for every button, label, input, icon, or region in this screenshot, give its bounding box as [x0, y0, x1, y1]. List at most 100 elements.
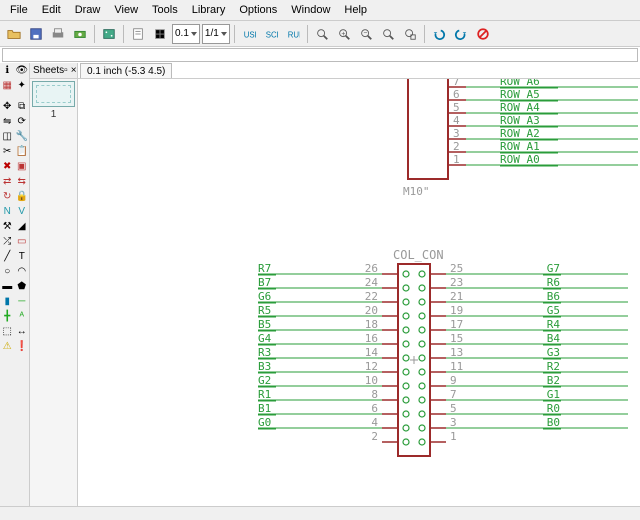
value-tool-icon[interactable]: V: [15, 204, 30, 219]
status-bar: [0, 506, 640, 520]
layer-tool-icon[interactable]: ▦: [0, 78, 15, 93]
save-button[interactable]: [26, 24, 46, 44]
junction-tool-icon[interactable]: ╋: [0, 309, 15, 324]
zoom-out-button[interactable]: −: [356, 24, 376, 44]
sheet-thumbnail[interactable]: [32, 81, 75, 107]
svg-text:16: 16: [365, 332, 378, 345]
menu-draw[interactable]: Draw: [69, 2, 107, 18]
cut-tool-icon[interactable]: ✂: [0, 144, 15, 159]
menu-options[interactable]: Options: [233, 2, 283, 18]
print-button[interactable]: [48, 24, 68, 44]
copy-tool-icon[interactable]: ⧉: [15, 99, 30, 114]
attribute-tool-icon[interactable]: ⬚: [0, 324, 15, 339]
smash-tool-icon[interactable]: ⚒: [0, 219, 15, 234]
grid-button[interactable]: [150, 24, 170, 44]
miter-tool-icon[interactable]: ◢: [15, 219, 30, 234]
net-label: B7: [258, 276, 271, 289]
svg-text:+: +: [341, 30, 345, 37]
menu-window[interactable]: Window: [285, 2, 336, 18]
replace-tool-icon[interactable]: ↻: [0, 189, 15, 204]
cam-button[interactable]: [70, 24, 90, 44]
menu-edit[interactable]: Edit: [36, 2, 67, 18]
gateswap-tool-icon[interactable]: ⇆: [15, 174, 30, 189]
board-button[interactable]: [99, 24, 119, 44]
svg-text:12: 12: [365, 360, 378, 373]
zoom-select-button[interactable]: [400, 24, 420, 44]
circle-tool-icon[interactable]: ○: [0, 264, 15, 279]
show-tool-icon[interactable]: 👁: [15, 63, 30, 78]
menu-view[interactable]: View: [108, 2, 144, 18]
menu-tools[interactable]: Tools: [146, 2, 184, 18]
pinswap-tool-icon[interactable]: ⇄: [0, 174, 15, 189]
net-label: ROW_A6: [500, 79, 540, 88]
errors-tool-icon[interactable]: ❗: [15, 339, 30, 354]
svg-text:25: 25: [450, 262, 463, 275]
svg-text:4: 4: [371, 416, 378, 429]
schematic-canvas[interactable]: M10" 7ROW_A66ROW_A55ROW_A44ROW_A33ROW_A2…: [78, 79, 640, 506]
zoom-combo[interactable]: 1/1: [202, 24, 230, 44]
change-tool-icon[interactable]: 🔧: [15, 129, 30, 144]
info-tool-icon[interactable]: ℹ: [0, 63, 15, 78]
mark-tool-icon[interactable]: ✦: [15, 78, 30, 93]
net-label: ROW_A5: [500, 88, 540, 101]
arc-tool-icon[interactable]: ◠: [15, 264, 30, 279]
split-tool-icon[interactable]: ⤮: [0, 234, 15, 249]
net-label: R4: [547, 318, 561, 331]
net-label: G4: [258, 332, 272, 345]
erc-tool-icon[interactable]: ⚠: [0, 339, 15, 354]
open-button[interactable]: [4, 24, 24, 44]
sheet-icon[interactable]: [128, 24, 148, 44]
zoom-fit-button[interactable]: [312, 24, 332, 44]
run-button[interactable]: RUN: [283, 24, 303, 44]
grid-size-combo[interactable]: 0.1: [172, 24, 200, 44]
move-tool-icon[interactable]: ✥: [0, 99, 15, 114]
menu-library[interactable]: Library: [186, 2, 232, 18]
net-label: R7: [258, 262, 271, 275]
wire-tool-icon[interactable]: ╱: [0, 249, 15, 264]
net-label: R3: [258, 346, 271, 359]
svg-text:5: 5: [453, 101, 460, 114]
cancel-button[interactable]: [473, 24, 493, 44]
net-label: G6: [258, 290, 271, 303]
svg-text:1: 1: [453, 153, 460, 166]
menu-file[interactable]: File: [4, 2, 34, 18]
script-button[interactable]: SCR: [261, 24, 281, 44]
zoom-redraw-button[interactable]: [378, 24, 398, 44]
zoom-in-button[interactable]: +: [334, 24, 354, 44]
paste-tool-icon[interactable]: 📋: [15, 144, 30, 159]
polygon-tool-icon[interactable]: ⬟: [15, 279, 30, 294]
coordinate-bar: 0.1 inch (-5.3 4.5): [78, 63, 640, 79]
net-tool-icon[interactable]: ─: [15, 294, 30, 309]
lock-tool-icon[interactable]: 🔒: [15, 189, 30, 204]
net-label: ROW_A4: [500, 101, 540, 114]
svg-text:2: 2: [371, 430, 378, 443]
svg-text:6: 6: [371, 402, 378, 415]
svg-text:9: 9: [450, 374, 457, 387]
text-tool-icon[interactable]: T: [15, 249, 30, 264]
rect-tool-icon[interactable]: ▬: [0, 279, 15, 294]
use-button[interactable]: USE: [239, 24, 259, 44]
sheets-label: Sheets: [33, 65, 64, 76]
bus-tool-icon[interactable]: ▮: [0, 294, 15, 309]
svg-text:13: 13: [450, 346, 463, 359]
redo-button[interactable]: [451, 24, 471, 44]
net-label: B0: [547, 416, 560, 429]
net-label: B5: [258, 318, 271, 331]
net-label: B4: [547, 332, 561, 345]
svg-text:6: 6: [453, 88, 460, 101]
invoke-tool-icon[interactable]: ▭: [15, 234, 30, 249]
name-tool-icon[interactable]: N: [0, 204, 15, 219]
sheets-close-icon[interactable]: ×: [71, 65, 77, 76]
net-label: ROW_A1: [500, 140, 540, 153]
dimension-tool-icon[interactable]: ↔: [15, 324, 30, 339]
delete-tool-icon[interactable]: ✖: [0, 159, 15, 174]
mirror-tool-icon[interactable]: ⇋: [0, 114, 15, 129]
add-tool-icon[interactable]: ▣: [15, 159, 30, 174]
command-input[interactable]: [2, 48, 638, 62]
menu-help[interactable]: Help: [338, 2, 373, 18]
label-tool-icon[interactable]: ᴬ: [15, 309, 30, 324]
sheets-pin-icon[interactable]: ▫: [64, 65, 68, 76]
undo-button[interactable]: [429, 24, 449, 44]
group-tool-icon[interactable]: ◫: [0, 129, 15, 144]
rotate-tool-icon[interactable]: ⟳: [15, 114, 30, 129]
